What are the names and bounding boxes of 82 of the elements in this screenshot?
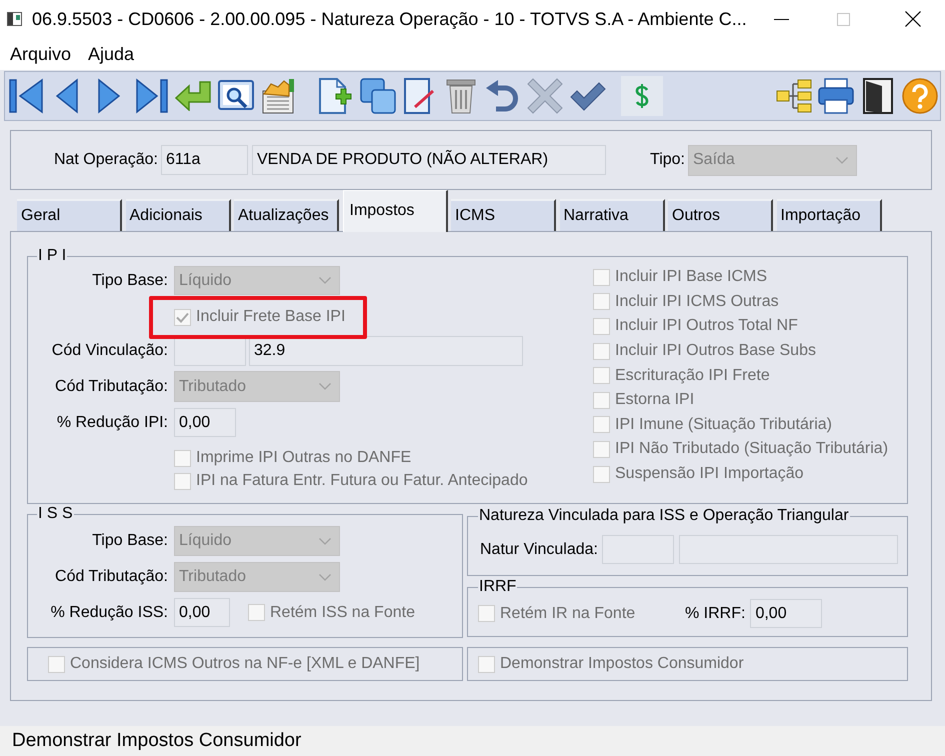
maximize-icon[interactable]: [837, 12, 850, 26]
checkbox-label: Imprime IPI Outras no DANFE: [196, 448, 412, 468]
dollar-button[interactable]: [621, 76, 663, 116]
tab[interactable]: Adicionais: [126, 199, 230, 231]
checkbox-label: Estorna IPI: [615, 390, 694, 410]
undo-icon[interactable]: [485, 79, 519, 113]
window-title: 06.9.5503 - CD0606 - 2.00.00.095 - Natureza Operação - 10 - TOTVS S.A - Ambiente C...: [32, 8, 747, 30]
chevron-down-icon: [319, 277, 331, 284]
next-icon[interactable]: [98, 78, 120, 114]
printer-icon[interactable]: [818, 78, 854, 114]
magnifier-window-icon[interactable]: [218, 80, 254, 112]
tab[interactable]: Outros: [668, 199, 773, 231]
cancel-icon[interactable]: [527, 78, 563, 114]
first-icon[interactable]: [9, 78, 43, 114]
checkbox-label: Suspensão IPI Importação: [615, 464, 804, 484]
text-field[interactable]: 32.9: [249, 336, 523, 366]
chevron-down-icon: [319, 383, 331, 390]
checkbox-label: Retém IR na Fonte: [500, 604, 636, 624]
tree-icon[interactable]: [776, 79, 812, 113]
group-title: Natureza Vinculada para ISS e Operação Triangular: [478, 508, 850, 524]
checkbox-label: Retém ISS na Fonte: [270, 602, 415, 622]
text-field[interactable]: [174, 336, 246, 366]
checkbox-label: IPI na Fatura Entr. Futura ou Fatur. Antecipado: [196, 471, 528, 491]
checkbox-label: Considera ICMS Outros na NF-e [XML e DANFE]: [70, 654, 420, 674]
field-label: % Redução IPI:: [56, 412, 168, 432]
app-icon: [7, 12, 22, 26]
close-icon[interactable]: [905, 11, 921, 27]
field-label: Nat Operação:: [54, 150, 158, 170]
minimize-icon[interactable]: [774, 18, 789, 20]
field-label: % Redução ISS:: [50, 602, 168, 622]
text-field[interactable]: 0,00: [174, 408, 236, 437]
checkbox-label: Demonstrar Impostos Consumidor: [500, 654, 744, 674]
group-title: I S S: [37, 506, 74, 522]
trash-icon[interactable]: [445, 78, 477, 114]
text-field[interactable]: 0,00: [174, 598, 230, 627]
tab[interactable]: Importação: [776, 199, 882, 231]
hand-document-icon[interactable]: [260, 78, 296, 114]
text-field[interactable]: [679, 535, 898, 564]
field-label: Cód Tributação:: [55, 376, 168, 396]
field-label: Tipo Base:: [92, 270, 168, 290]
checkbox-label: Incluir Frete Base IPI: [196, 307, 346, 327]
door-icon[interactable]: [861, 78, 895, 114]
field-label: Natur Vinculada:: [480, 540, 598, 560]
field-label: Cód Tributação:: [55, 567, 168, 587]
copy-icon[interactable]: [360, 78, 396, 114]
checkbox-label: Incluir IPI Base ICMS: [615, 267, 768, 288]
new-document-icon[interactable]: [318, 78, 352, 114]
checkbox-label: Incluir IPI ICMS Outras: [615, 292, 779, 312]
text-field[interactable]: 611a: [161, 145, 248, 175]
field-label: Tipo Base:: [92, 531, 168, 551]
checkbox-label: IPI Imune (Situação Tributária): [615, 414, 832, 435]
checkbox-label: Incluir IPI Outros Total NF: [615, 316, 798, 336]
tab[interactable]: Atualizações: [234, 199, 339, 231]
status-text: Demonstrar Impostos Consumidor: [12, 730, 302, 752]
menu-item[interactable]: Arquivo: [4, 43, 78, 65]
checkbox-label: IPI Não Tributado (Situação Tributária): [615, 439, 888, 460]
chevron-down-icon: [319, 538, 331, 544]
group-title: I P I: [37, 248, 68, 264]
field-label: % IRRF:: [685, 604, 746, 624]
check-icon[interactable]: [570, 81, 606, 111]
last-icon[interactable]: [136, 78, 168, 114]
tab[interactable]: Impostos: [342, 190, 448, 232]
checkbox-label: Incluir IPI Outros Base Subs: [615, 341, 816, 362]
tab[interactable]: Geral: [17, 199, 122, 231]
previous-icon[interactable]: [56, 78, 78, 114]
field-label: Tipo:: [650, 150, 685, 170]
chevron-down-icon: [319, 574, 331, 580]
field-label: Cód Vinculação:: [52, 341, 168, 361]
text-field[interactable]: VENDA DE PRODUTO (NÃO ALTERAR): [252, 145, 606, 175]
text-field[interactable]: [602, 535, 674, 564]
enter-arrow-icon[interactable]: [175, 81, 211, 111]
tab[interactable]: ICMS: [451, 199, 556, 231]
tab[interactable]: Narrativa: [560, 199, 664, 231]
group-title: IRRF: [478, 579, 518, 595]
menu-item[interactable]: Ajuda: [82, 43, 140, 65]
help-icon[interactable]: [901, 78, 939, 114]
dollar-icon: [635, 83, 649, 109]
document-pen-icon[interactable]: [403, 78, 435, 114]
chevron-down-icon: [836, 156, 848, 164]
checkmark-icon: [176, 312, 189, 322]
checkbox-label: Escrituração IPI Frete: [615, 366, 770, 386]
text-field[interactable]: 0,00: [750, 599, 822, 628]
